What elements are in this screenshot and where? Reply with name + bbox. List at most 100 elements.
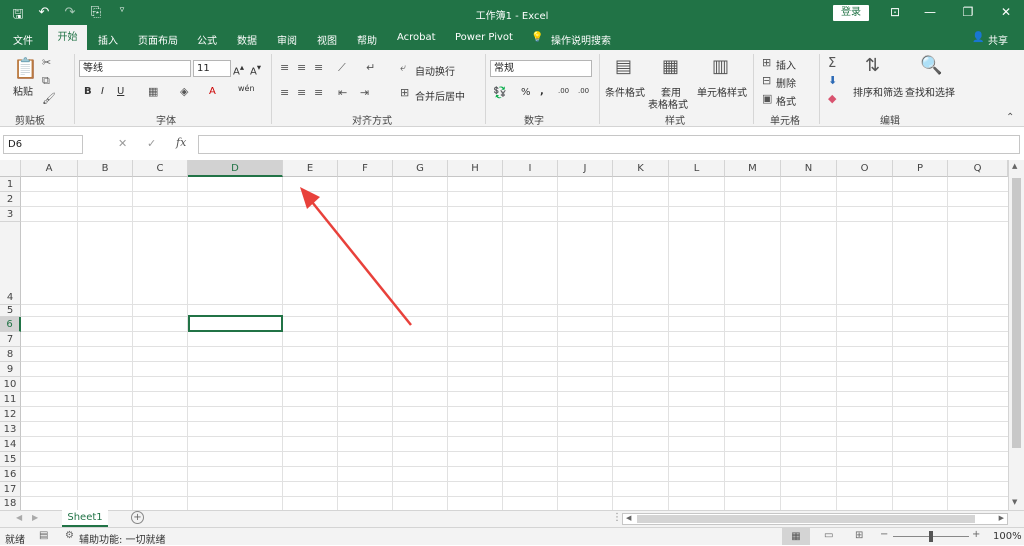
tab-data[interactable]: 数据 [237, 32, 257, 47]
underline-button[interactable]: U [117, 86, 124, 97]
row-header-11[interactable]: 11 [0, 392, 21, 407]
column-header-e[interactable]: E [283, 160, 338, 177]
orientation-icon[interactable]: ⟋ [338, 61, 346, 75]
column-header-q[interactable]: Q [948, 160, 1008, 177]
zoom-level[interactable]: 100% [993, 531, 1022, 542]
border-icon[interactable]: ▦ [148, 85, 158, 98]
align-middle-icon[interactable]: ≡ [297, 61, 306, 74]
accessibility-icon[interactable]: ⚙ [65, 530, 74, 541]
format-cells-button[interactable]: 格式 [776, 93, 796, 108]
page-layout-view-icon[interactable]: ▭ [824, 530, 833, 541]
row-header-14[interactable]: 14 [0, 437, 21, 452]
row-header-5[interactable]: 5 [0, 305, 21, 317]
cut-icon[interactable]: ✂ [42, 56, 51, 69]
column-header-b[interactable]: B [78, 160, 133, 177]
row-header-16[interactable]: 16 [0, 467, 21, 482]
column-header-i[interactable]: I [503, 160, 558, 177]
format-as-table-line2[interactable]: 表格格式 [648, 96, 688, 111]
column-header-k[interactable]: K [613, 160, 669, 177]
column-header-d[interactable]: D [188, 160, 283, 177]
row-header-3[interactable]: 3 [0, 207, 21, 222]
row-header-9[interactable]: 9 [0, 362, 21, 377]
row-header-13[interactable]: 13 [0, 422, 21, 437]
tab-review[interactable]: 审阅 [277, 32, 297, 47]
decrease-indent-icon[interactable]: ⇤ [338, 86, 347, 99]
row-header-4[interactable]: 4 [0, 222, 21, 305]
column-header-g[interactable]: G [393, 160, 448, 177]
paste-icon[interactable]: 📋 [13, 56, 38, 80]
tab-formulas[interactable]: 公式 [197, 32, 217, 47]
formula-input[interactable] [198, 135, 1020, 154]
select-all-corner[interactable] [0, 160, 21, 177]
align-right-icon[interactable]: ≡ [314, 86, 323, 99]
ribbon-display-icon[interactable]: ⊡ [887, 5, 903, 19]
align-bottom-icon[interactable]: ≡ [314, 61, 323, 74]
column-header-a[interactable]: A [21, 160, 78, 177]
tab-page-layout[interactable]: 页面布局 [138, 32, 178, 47]
row-header-8[interactable]: 8 [0, 347, 21, 362]
column-header-j[interactable]: J [558, 160, 613, 177]
row-header-1[interactable]: 1 [0, 177, 21, 192]
vertical-scrollbar[interactable]: ▲ ▼ [1008, 160, 1024, 511]
bold-button[interactable]: B [84, 86, 92, 97]
clear-icon[interactable]: ◆ [828, 92, 836, 105]
column-header-h[interactable]: H [448, 160, 503, 177]
column-header-o[interactable]: O [837, 160, 893, 177]
merge-center-button[interactable]: 合并后居中 [415, 88, 465, 103]
close-icon[interactable]: ✕ [998, 5, 1014, 19]
font-name-select[interactable]: 等线 [79, 60, 191, 77]
tab-home[interactable]: 开始 [48, 25, 87, 50]
conditional-format-button[interactable]: 条件格式 [605, 84, 645, 99]
login-button[interactable]: 登录 [833, 5, 869, 21]
number-format-select[interactable]: 常规 [490, 60, 592, 77]
sheet-next-icon[interactable]: ▶ [32, 513, 38, 522]
font-color-button[interactable]: A [209, 86, 216, 97]
insert-cells-button[interactable]: 插入 [776, 57, 796, 72]
align-left-icon[interactable]: ≡ [280, 86, 289, 99]
autosum-icon[interactable]: Σ [828, 56, 836, 71]
delete-cells-button[interactable]: 删除 [776, 75, 796, 90]
tell-me-search[interactable]: 操作说明搜索 [551, 32, 611, 47]
name-box[interactable]: D6 [3, 135, 83, 154]
decrease-decimal-button[interactable]: .00 [578, 87, 589, 95]
italic-button[interactable]: I [101, 86, 104, 97]
scroll-down-icon[interactable]: ▼ [1012, 498, 1017, 506]
page-break-view-icon[interactable]: ⊞ [855, 530, 863, 541]
tab-split-handle[interactable]: ⋮ [612, 512, 622, 523]
tab-file[interactable]: 文件 [13, 32, 33, 47]
scroll-up-icon[interactable]: ▲ [1012, 162, 1017, 170]
column-header-p[interactable]: P [893, 160, 948, 177]
row-header-7[interactable]: 7 [0, 332, 21, 347]
row-header-12[interactable]: 12 [0, 407, 21, 422]
indent-icon[interactable]: ↵ [366, 61, 375, 74]
increase-decimal-button[interactable]: .00 [558, 87, 569, 95]
column-header-n[interactable]: N [781, 160, 837, 177]
fill-color-icon[interactable]: ◈ [180, 85, 188, 98]
find-select-button[interactable]: 查找和选择 [905, 84, 955, 99]
cell-styles-button[interactable]: 单元格样式 [697, 84, 747, 99]
row-header-10[interactable]: 10 [0, 377, 21, 392]
sheet-tab-sheet1[interactable]: Sheet1 [62, 510, 108, 527]
phonetic-button[interactable]: wén [238, 84, 255, 93]
tab-power-pivot[interactable]: Power Pivot [455, 32, 513, 43]
sort-filter-button[interactable]: 排序和筛选 [853, 84, 903, 99]
insert-function-icon[interactable]: fx [176, 136, 186, 149]
normal-view-icon[interactable]: ▦ [782, 528, 810, 545]
tab-acrobat[interactable]: Acrobat [397, 32, 436, 43]
paste-button[interactable]: 粘贴 [13, 83, 33, 98]
zoom-slider-thumb[interactable] [929, 531, 933, 542]
tab-insert[interactable]: 插入 [98, 32, 118, 47]
tab-view[interactable]: 视图 [317, 32, 337, 47]
macro-record-icon[interactable]: ▤ [39, 530, 48, 541]
row-header-2[interactable]: 2 [0, 192, 21, 207]
column-header-l[interactable]: L [669, 160, 725, 177]
enter-icon[interactable]: ✓ [147, 137, 156, 150]
sheet-prev-icon[interactable]: ◀ [16, 513, 22, 522]
add-sheet-button[interactable]: + [131, 511, 144, 524]
column-header-c[interactable]: C [133, 160, 188, 177]
column-header-f[interactable]: F [338, 160, 393, 177]
selected-cell[interactable] [188, 315, 283, 332]
share-button[interactable]: 共享 [988, 32, 1008, 47]
cancel-icon[interactable]: ✕ [118, 137, 127, 150]
row-header-18[interactable]: 18 [0, 497, 21, 511]
